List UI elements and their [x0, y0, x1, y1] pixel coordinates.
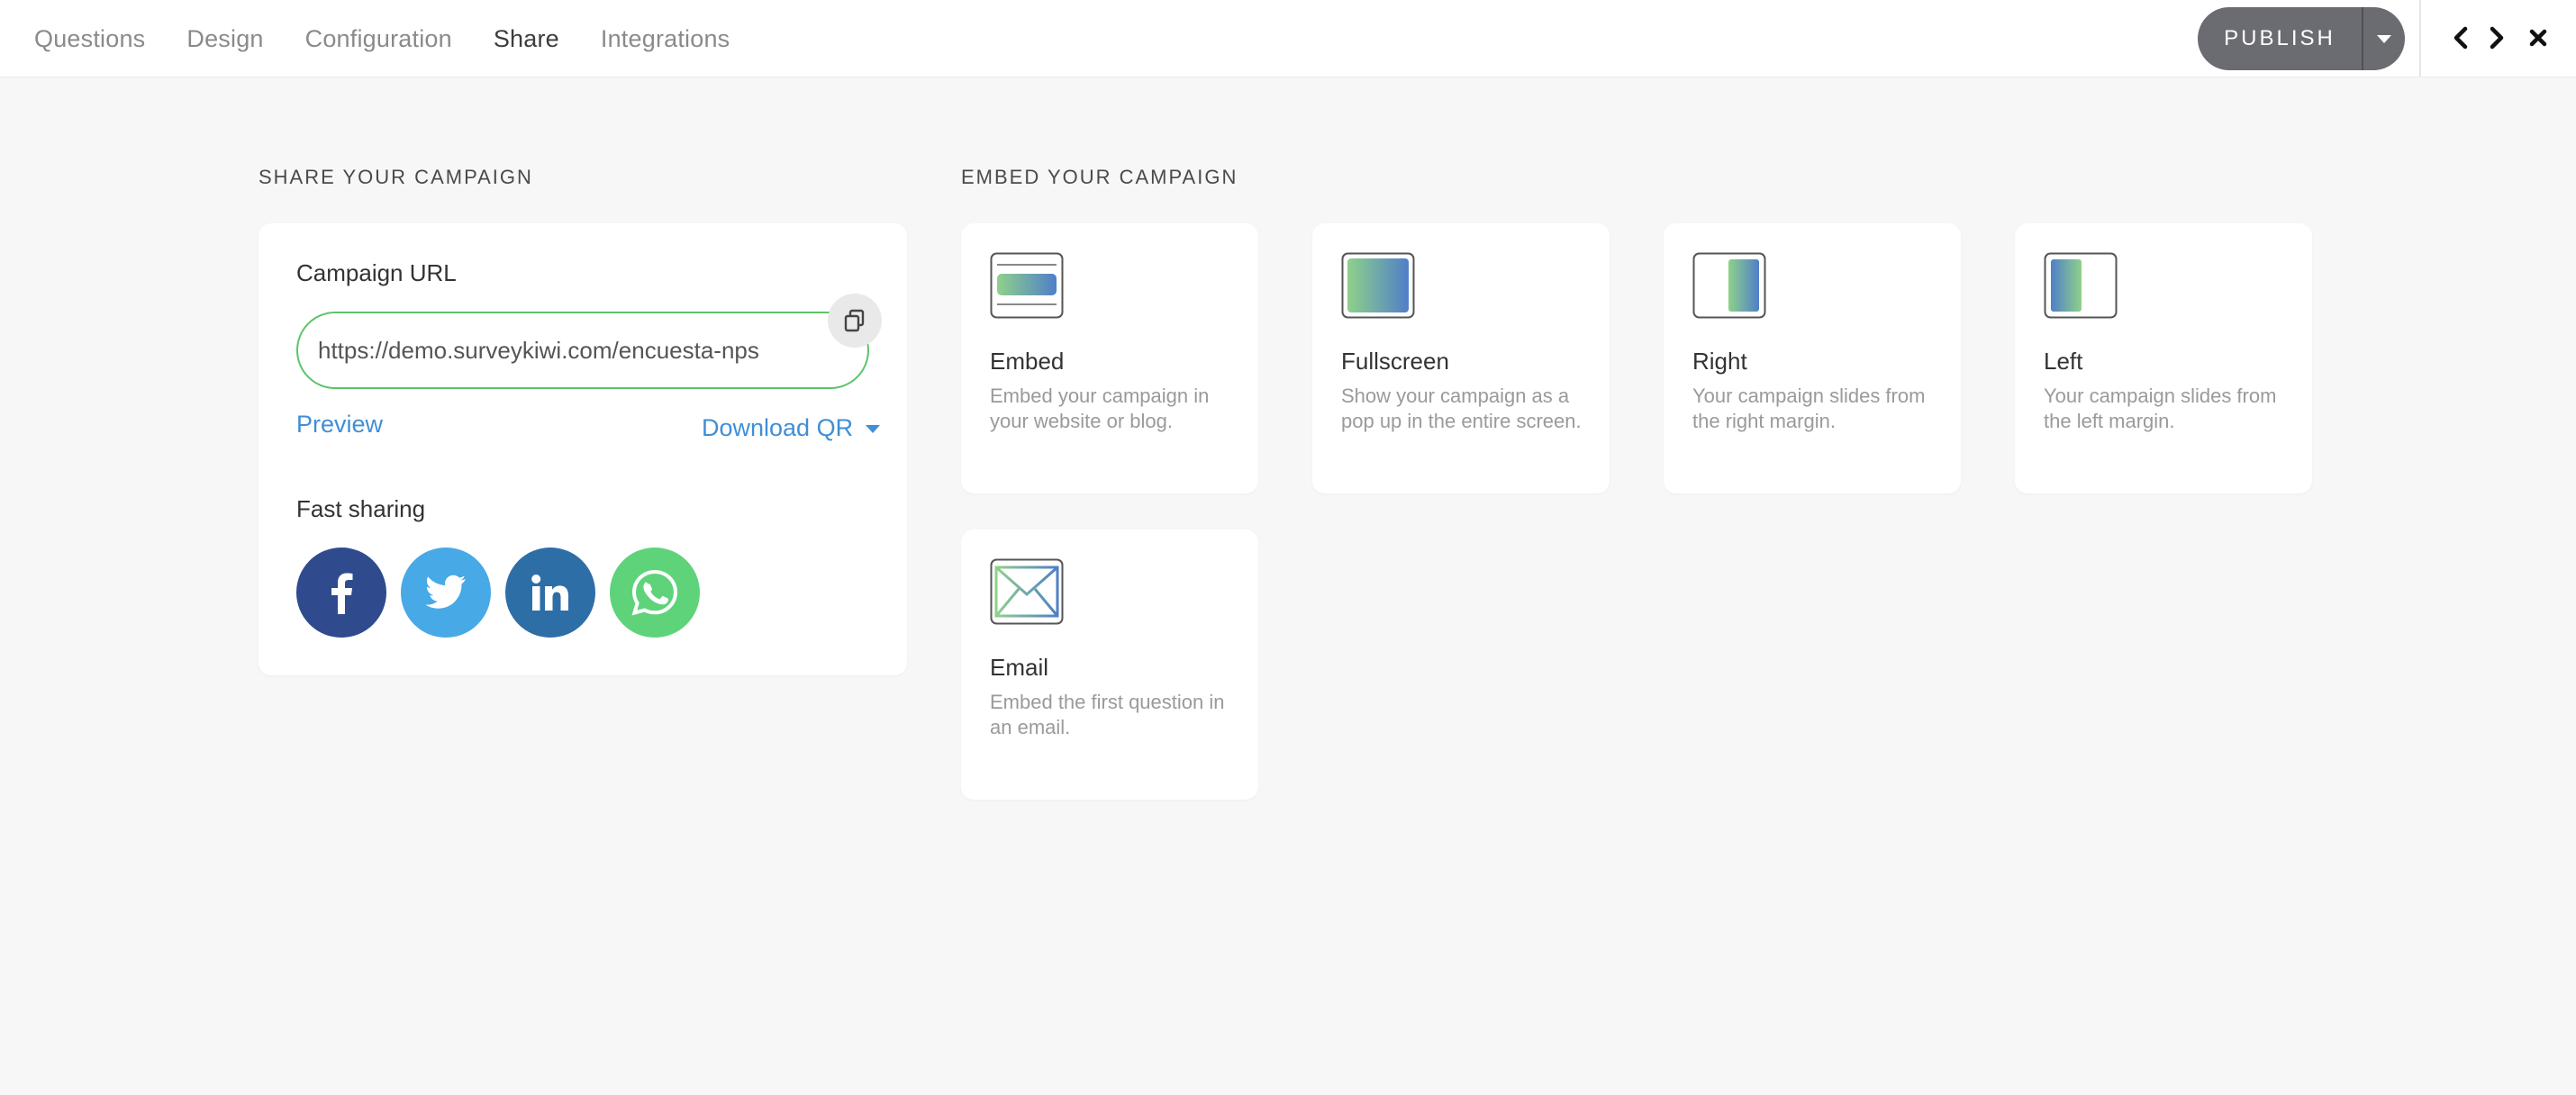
- tab-configuration[interactable]: Configuration: [305, 25, 452, 53]
- linkedin-icon: [531, 575, 568, 611]
- share-section-title: SHARE YOUR CAMPAIGN: [259, 166, 533, 188]
- embed-option-email[interactable]: Email Embed the first question in an ema…: [961, 529, 1258, 800]
- top-bar: Questions Design Configuration Share Int…: [0, 0, 2576, 77]
- publish-options-button[interactable]: [2363, 7, 2405, 70]
- campaign-url-label: Campaign URL: [296, 259, 457, 286]
- embed-option-description: Embed your campaign in your website or b…: [990, 385, 1210, 432]
- copy-icon: [844, 309, 865, 332]
- toolbar-divider: [2419, 0, 2421, 77]
- tab-integrations[interactable]: Integrations: [601, 25, 730, 53]
- whatsapp-share-button[interactable]: [610, 548, 700, 638]
- twitter-share-button[interactable]: [401, 548, 491, 638]
- chevron-left-icon[interactable]: [2444, 22, 2477, 54]
- embed-section-title: EMBED YOUR CAMPAIGN: [961, 166, 1238, 188]
- publish-button-group: PUBLISH: [2198, 7, 2405, 70]
- tab-design[interactable]: Design: [186, 25, 263, 53]
- linkedin-share-button[interactable]: [505, 548, 595, 638]
- download-qr-label: Download QR: [702, 414, 854, 441]
- caret-down-icon: [2377, 34, 2391, 43]
- fast-sharing-label: Fast sharing: [296, 495, 426, 522]
- close-icon[interactable]: [2522, 22, 2554, 54]
- copy-url-button[interactable]: [828, 294, 882, 348]
- facebook-share-button[interactable]: [296, 548, 386, 638]
- whatsapp-icon: [631, 569, 678, 616]
- embed-option-embed[interactable]: Embed Embed your campaign in your websit…: [961, 223, 1258, 493]
- publish-button[interactable]: PUBLISH: [2198, 26, 2362, 51]
- embed-option-description: Embed the first question in an email.: [990, 691, 1225, 738]
- tab-bar: Questions Design Configuration Share Int…: [34, 0, 771, 77]
- embed-option-title: Embed: [990, 348, 1065, 375]
- download-qr-button[interactable]: Download QR: [702, 414, 881, 442]
- embed-option-title: Right: [1692, 348, 1747, 375]
- chevron-right-icon[interactable]: [2481, 22, 2513, 54]
- embed-icon: [990, 252, 1064, 319]
- share-card: Campaign URL https://demo.surveykiwi.com…: [259, 223, 907, 675]
- embed-option-right[interactable]: Right Your campaign slides from the righ…: [1664, 223, 1961, 493]
- embed-option-fullscreen[interactable]: Fullscreen Show your campaign as a pop u…: [1312, 223, 1610, 493]
- embed-option-title: Left: [2044, 348, 2083, 375]
- twitter-icon: [425, 575, 466, 609]
- embed-option-title: Email: [990, 654, 1049, 681]
- caret-down-icon: [866, 425, 881, 434]
- right-panel-icon: [1692, 252, 1766, 319]
- embed-option-description: Your campaign slides from the left margi…: [2044, 385, 2277, 432]
- embed-option-description: Your campaign slides from the right marg…: [1692, 385, 1926, 432]
- preview-link[interactable]: Preview: [296, 411, 383, 439]
- embed-option-title: Fullscreen: [1341, 348, 1449, 375]
- email-icon: [990, 558, 1064, 625]
- embed-option-description: Show your campaign as a pop up in the en…: [1341, 385, 1582, 432]
- tab-questions[interactable]: Questions: [34, 25, 145, 53]
- left-panel-icon: [2044, 252, 2118, 319]
- tab-share[interactable]: Share: [494, 25, 559, 53]
- campaign-url-value: https://demo.surveykiwi.com/encuesta-nps: [318, 336, 759, 364]
- campaign-url-field[interactable]: https://demo.surveykiwi.com/encuesta-nps: [296, 312, 869, 389]
- embed-option-left[interactable]: Left Your campaign slides from the left …: [2015, 223, 2312, 493]
- facebook-icon: [331, 573, 353, 614]
- fullscreen-icon: [1341, 252, 1415, 319]
